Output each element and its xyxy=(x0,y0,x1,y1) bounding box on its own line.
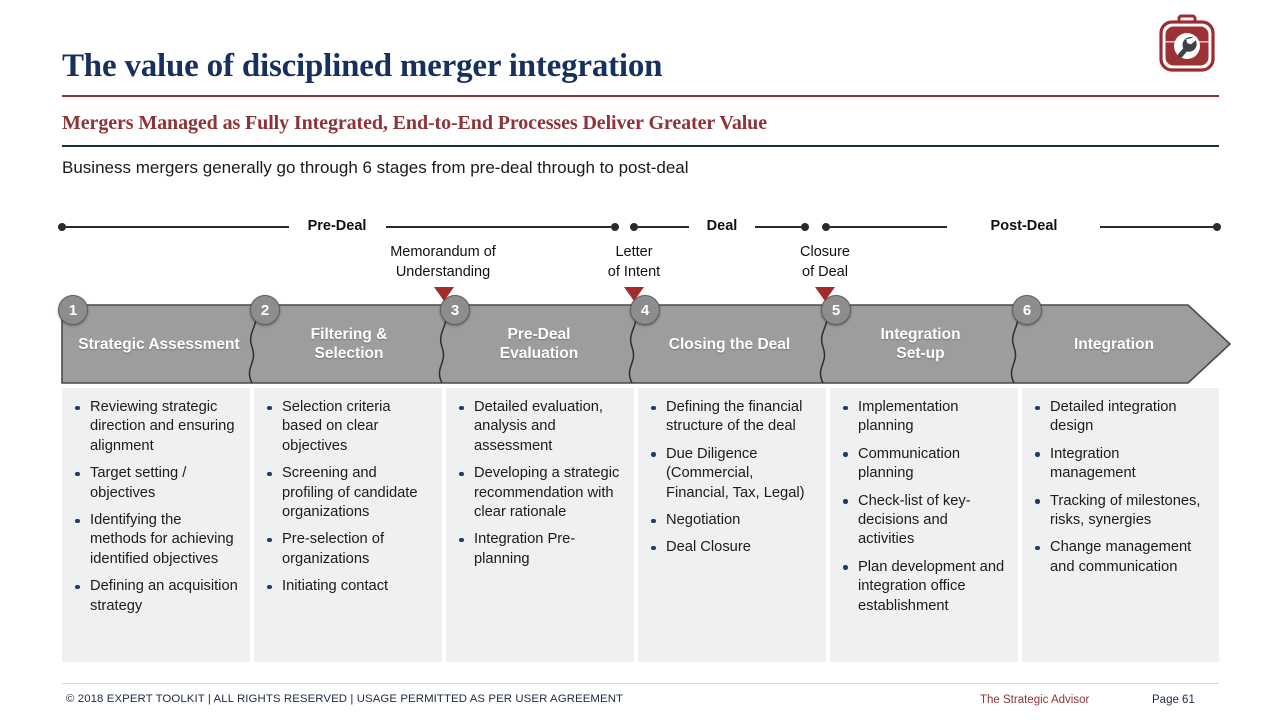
stage-title-line1: Closing the Deal xyxy=(668,335,791,353)
timeline-dot-end xyxy=(1213,222,1221,231)
stage-title-6: Integration xyxy=(1016,303,1212,385)
milestone-memorandum-of-understanding: Memorandum of Understanding xyxy=(390,242,496,282)
bullet-list-6: Detailed integration design Integration … xyxy=(1030,398,1209,577)
milestone-letter-of-intent: Letter of Intent xyxy=(608,242,660,282)
stage-number-1[interactable]: 1 xyxy=(58,295,88,325)
bullet-list-4: Defining the financial structure of the … xyxy=(646,398,816,558)
stage-title-line2: Selection xyxy=(314,345,384,362)
toolbox-wrench-icon xyxy=(1156,12,1218,76)
list-item: Negotiation xyxy=(646,511,816,530)
timeline-dot-deal-end xyxy=(801,222,809,231)
list-item: Detailed integration design xyxy=(1030,398,1209,437)
page-title: The value of disciplined merger integrat… xyxy=(62,48,663,84)
timeline-segment-predeal-a xyxy=(66,226,289,228)
list-item: Due Diligence (Commercial, Financial, Ta… xyxy=(646,445,816,503)
milestone-marker-triangle-loi xyxy=(624,287,644,301)
footer-brand: The Strategic Advisor xyxy=(980,694,1090,706)
milestone-line2: of Intent xyxy=(607,264,661,280)
stage-number-6[interactable]: 6 xyxy=(1012,295,1042,325)
stage-title-line1: Integration xyxy=(880,326,961,343)
timeline-dot-start xyxy=(58,222,66,231)
timeline-segment-predeal-b xyxy=(386,226,611,228)
stage-detail-columns: Reviewing strategic direction and ensuri… xyxy=(62,388,1219,662)
milestone-line2: Understanding xyxy=(395,264,491,280)
bullet-list-1: Reviewing strategic direction and ensuri… xyxy=(70,398,240,616)
subtitle-divider-navy xyxy=(62,145,1219,147)
milestone-marker-triangle-mou xyxy=(434,287,454,301)
stage-title-2: Filtering & Selection xyxy=(256,303,442,385)
timeline-segment-postdeal-a xyxy=(830,226,947,228)
timeline-label-deal: Deal xyxy=(706,218,738,234)
stage-column-1: Reviewing strategic direction and ensuri… xyxy=(62,388,250,662)
milestone-line2: of Deal xyxy=(802,264,848,280)
list-item: Developing a strategic recommendation wi… xyxy=(454,464,624,522)
timeline-label-pre-deal: Pre-Deal xyxy=(307,218,367,234)
list-item: Change management and communication xyxy=(1030,538,1209,577)
stage-title-line1: Pre-Deal xyxy=(507,326,571,343)
timeline-segment-deal-a xyxy=(638,226,689,228)
list-item: Identifying the methods for achieving id… xyxy=(70,511,240,569)
stage-title-3: Pre-Deal Evaluation xyxy=(446,303,632,385)
list-item: Integration management xyxy=(1030,445,1209,484)
list-item: Selection criteria based on clear object… xyxy=(262,398,432,456)
list-item: Screening and profiling of candidate org… xyxy=(262,464,432,522)
list-item: Target setting / objectives xyxy=(70,464,240,503)
list-item: Communication planning xyxy=(838,445,1008,484)
stage-title-line2: Evaluation xyxy=(499,345,579,362)
stage-title-4: Closing the Deal xyxy=(636,303,823,385)
bullet-list-3: Detailed evaluation, analysis and assess… xyxy=(454,398,624,569)
title-divider-red xyxy=(62,95,1219,97)
phase-timeline: Pre-Deal Deal Post-Deal Memorandum of Un… xyxy=(0,218,1280,288)
list-item: Reviewing strategic direction and ensuri… xyxy=(70,398,240,456)
bullet-list-2: Selection criteria based on clear object… xyxy=(262,398,432,597)
list-item: Implementation planning xyxy=(838,398,1008,437)
stage-column-3: Detailed evaluation, analysis and assess… xyxy=(446,388,634,662)
stage-title-1: Strategic Assessment xyxy=(64,303,254,385)
milestone-line1: Closure xyxy=(800,244,850,260)
list-item: Deal Closure xyxy=(646,538,816,557)
timeline-segment-postdeal-b xyxy=(1100,226,1217,228)
footer-divider xyxy=(62,683,1219,684)
timeline-segment-deal-b xyxy=(755,226,801,228)
stage-column-5: Implementation planning Communication pl… xyxy=(830,388,1018,662)
stage-number-2[interactable]: 2 xyxy=(250,295,280,325)
lead-text: Business mergers generally go through 6 … xyxy=(62,158,689,177)
stage-title-line1: Filtering & xyxy=(310,326,388,343)
slide-canvas: The value of disciplined merger integrat… xyxy=(0,0,1280,720)
timeline-dot-closure xyxy=(822,222,830,231)
list-item: Detailed evaluation, analysis and assess… xyxy=(454,398,624,456)
milestone-closure-of-deal: Closure of Deal xyxy=(800,242,850,282)
milestone-line1: Letter xyxy=(615,244,653,260)
list-item: Defining the financial structure of the … xyxy=(646,398,816,437)
list-item: Integration Pre-planning xyxy=(454,530,624,569)
stage-column-4: Defining the financial structure of the … xyxy=(638,388,826,662)
milestone-line1: Memorandum of xyxy=(390,244,496,260)
stage-title-line2: Set-up xyxy=(896,345,945,362)
stage-title-line1: Strategic Assessment xyxy=(78,335,240,353)
stage-column-2: Selection criteria based on clear object… xyxy=(254,388,442,662)
list-item: Tracking of milestones, risks, synergies xyxy=(1030,492,1209,531)
list-item: Defining an acquisition strategy xyxy=(70,577,240,616)
timeline-dot-loi xyxy=(630,222,638,231)
footer-copyright: © 2018 EXPERT TOOLKIT | ALL RIGHTS RESER… xyxy=(66,693,624,705)
list-item: Pre-selection of organizations xyxy=(262,530,432,569)
stage-title-5: Integration Set-up xyxy=(827,303,1014,385)
timeline-label-post-deal: Post-Deal xyxy=(990,218,1058,234)
footer-page-number: Page 61 xyxy=(1152,694,1195,706)
stage-title-line1: Integration xyxy=(1073,335,1155,353)
list-item: Initiating contact xyxy=(262,577,432,596)
bullet-list-5: Implementation planning Communication pl… xyxy=(838,398,1008,616)
list-item: Check-list of key-decisions and activiti… xyxy=(838,492,1008,550)
milestone-marker-triangle-closure xyxy=(815,287,835,301)
list-item: Plan development and integration office … xyxy=(838,558,1008,616)
page-subtitle: Mergers Managed as Fully Integrated, End… xyxy=(62,112,767,134)
stage-column-6: Detailed integration design Integration … xyxy=(1022,388,1219,662)
timeline-dot-mou xyxy=(611,222,619,231)
